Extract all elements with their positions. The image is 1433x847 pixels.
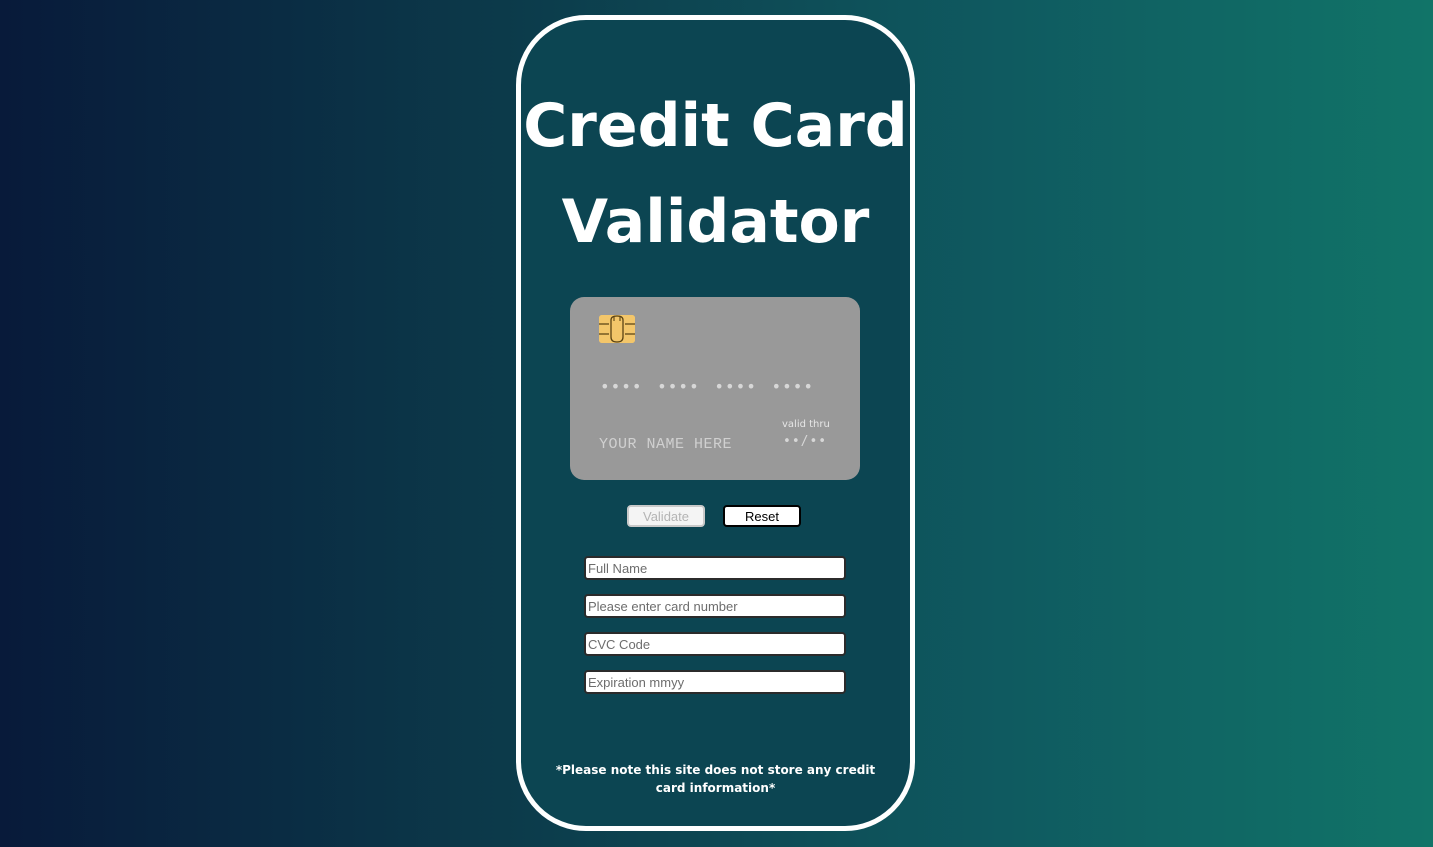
card-expiry-display: ••/•• [783, 434, 828, 449]
card-chip-icon [599, 315, 635, 343]
page-title-line-1: Credit Card [523, 91, 908, 161]
card-number-input[interactable] [584, 594, 846, 618]
credit-card-preview: •••• •••• •••• •••• YOUR NAME HERE valid… [570, 297, 860, 480]
full-name-input[interactable] [584, 556, 846, 580]
cvc-input[interactable] [584, 632, 846, 656]
validator-panel: Credit Card Validator •••• •••• •••• •••… [516, 15, 915, 831]
valid-thru-label: valid thru [782, 419, 830, 430]
page-title-line-2: Validator [561, 187, 870, 257]
card-holder-display: YOUR NAME HERE [599, 436, 733, 453]
card-number-display: •••• •••• •••• •••• [600, 377, 815, 396]
page-title: Credit Card Validator [521, 78, 910, 270]
disclaimer-text: *Please note this site does not store an… [555, 763, 876, 795]
expiration-input[interactable] [584, 670, 846, 694]
validate-button[interactable]: Validate [627, 505, 705, 527]
reset-button[interactable]: Reset [723, 505, 801, 527]
